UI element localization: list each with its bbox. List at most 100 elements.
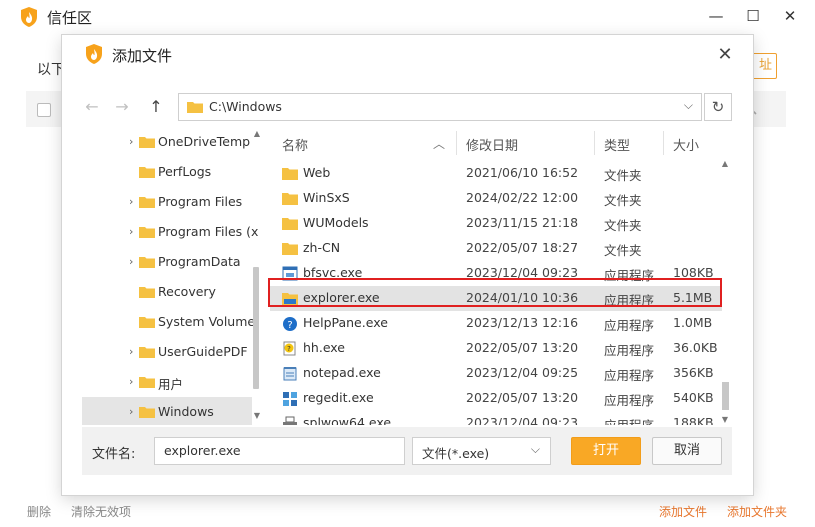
app-description: 以下 — [37, 62, 65, 78]
file-row[interactable]: splwow64.exe 2023/12/04 09:23 应用程序 188KB — [270, 411, 722, 425]
tree-item-label: System Volume — [158, 314, 256, 329]
shield-flame-logo-icon — [86, 44, 102, 64]
dialog-bottom-bar: 文件名: explorer.exe 文件(*.exe) ⌵ 打开 取消 — [82, 427, 732, 475]
file-name: Web — [303, 165, 331, 180]
folder-icon — [139, 287, 155, 298]
folder-icon — [139, 227, 155, 238]
clear-invalid-link[interactable]: 清除无效项 — [71, 503, 131, 520]
chevron-right-icon[interactable]: › — [129, 406, 137, 418]
tree-item[interactable]: › UserGuidePDF — [82, 337, 252, 367]
cancel-button[interactable]: 取消 — [652, 437, 722, 465]
add-folder-link[interactable]: 添加文件夹 — [727, 503, 787, 520]
column-size-header[interactable]: 大小 — [673, 135, 699, 154]
address-bar[interactable]: C:\Windows ⌵ — [178, 93, 702, 121]
select-all-checkbox[interactable] — [37, 103, 51, 117]
refresh-button[interactable]: ↻ — [704, 93, 732, 121]
close-icon[interactable]: ✕ — [778, 5, 802, 27]
folder-tree: › OneDriveTemp PerfLogs › Program Files › Prog… — [82, 127, 262, 425]
file-row[interactable]: bfsvc.exe 2023/12/04 09:23 应用程序 108KB — [270, 261, 722, 286]
file-row[interactable]: ? HelpPane.exe 2023/12/13 12:16 应用程序 1.0MB — [270, 311, 722, 336]
forward-arrow-icon[interactable]: → — [112, 97, 132, 117]
tree-scroll-up-icon[interactable]: ▲ — [252, 129, 262, 138]
file-date: 2022/05/07 13:20 — [466, 340, 579, 355]
tree-item-label: Program Files (x — [158, 224, 259, 239]
file-size: 36.0KB — [673, 340, 718, 355]
column-date-header[interactable]: 修改日期 — [466, 135, 518, 154]
file-name: explorer.exe — [303, 290, 380, 305]
list-scroll-up-icon[interactable]: ▲ — [720, 159, 730, 168]
up-arrow-icon[interactable]: ↑ — [146, 97, 166, 117]
tree-item[interactable]: › Program Files — [82, 187, 252, 217]
file-name: WUModels — [303, 215, 369, 230]
column-name-header[interactable]: 名称 — [282, 135, 308, 154]
column-divider[interactable] — [456, 131, 457, 155]
refresh-icon: ↻ — [711, 98, 725, 116]
list-scrollbar-thumb[interactable] — [722, 382, 729, 410]
tree-scroll-down-icon[interactable]: ▼ — [252, 411, 262, 420]
folder-icon — [282, 218, 298, 230]
explorer-folder-icon — [282, 293, 298, 305]
file-size: 1.0MB — [673, 315, 713, 330]
tree-item[interactable]: › 用户 — [82, 367, 252, 397]
file-date: 2023/12/04 09:23 — [466, 415, 579, 425]
tree-item[interactable]: › OneDriveTemp — [82, 127, 252, 157]
tree-item-label: Recovery — [158, 284, 216, 299]
file-row[interactable]: Web 2021/06/10 16:52 文件夹 — [270, 161, 722, 186]
file-date: 2023/12/13 12:16 — [466, 315, 579, 330]
tree-item[interactable]: System Volume — [82, 307, 256, 337]
back-arrow-icon[interactable]: ← — [82, 97, 102, 117]
help-doc-icon: ? — [283, 341, 296, 356]
filetype-value: 文件(*.exe) — [422, 446, 490, 461]
list-scroll-down-icon[interactable]: ▼ — [720, 415, 730, 424]
tree-item[interactable]: PerfLogs — [82, 157, 252, 187]
chevron-right-icon[interactable]: › — [129, 226, 137, 238]
tree-item[interactable]: › ProgramData — [82, 247, 252, 277]
file-row[interactable]: zh-CN 2022/05/07 18:27 文件夹 — [270, 236, 722, 261]
maximize-icon[interactable]: ☐ — [741, 5, 765, 27]
chevron-right-icon[interactable]: › — [129, 376, 137, 388]
file-row[interactable]: explorer.exe 2024/01/10 10:36 应用程序 5.1MB — [270, 286, 722, 311]
file-date: 2023/12/04 09:25 — [466, 365, 579, 380]
tree-item[interactable]: Recovery — [82, 277, 252, 307]
chevron-right-icon[interactable]: › — [129, 196, 137, 208]
column-type-header[interactable]: 类型 — [604, 135, 630, 154]
file-date: 2022/05/07 13:20 — [466, 390, 579, 405]
folder-icon — [139, 347, 155, 358]
chevron-down-icon[interactable]: ⌵ — [684, 98, 693, 113]
column-divider[interactable] — [594, 131, 595, 155]
file-row[interactable]: ? hh.exe 2022/05/07 13:20 应用程序 36.0KB — [270, 336, 722, 361]
file-row[interactable]: notepad.exe 2023/12/04 09:25 应用程序 356KB — [270, 361, 722, 386]
open-button[interactable]: 打开 — [571, 437, 641, 465]
tree-item[interactable]: › Windows — [82, 397, 252, 425]
folder-icon — [187, 102, 203, 113]
filetype-select[interactable]: 文件(*.exe) ⌵ — [412, 437, 551, 465]
delete-link[interactable]: 删除 — [27, 503, 51, 520]
file-row[interactable]: WinSxS 2024/02/22 12:00 文件夹 — [270, 186, 722, 211]
folder-icon — [139, 137, 155, 148]
file-type: 文件夹 — [604, 218, 642, 233]
tree-item[interactable]: › Program Files (x — [82, 217, 258, 247]
file-size: 540KB — [673, 390, 714, 405]
column-divider[interactable] — [663, 131, 664, 155]
folder-icon — [139, 377, 155, 388]
folder-icon — [139, 197, 155, 208]
file-name: notepad.exe — [303, 365, 381, 380]
minimize-icon[interactable]: — — [704, 5, 728, 27]
folder-icon — [282, 193, 298, 205]
tree-item-label: OneDriveTemp — [158, 134, 251, 149]
add-file-link[interactable]: 添加文件 — [659, 503, 707, 520]
filename-input[interactable]: explorer.exe — [154, 437, 405, 465]
file-row[interactable]: WUModels 2023/11/15 21:18 文件夹 — [270, 211, 722, 236]
file-date: 2022/05/07 18:27 — [466, 240, 579, 255]
chevron-right-icon[interactable]: › — [129, 136, 137, 148]
exe-window-icon — [282, 266, 298, 281]
file-row[interactable]: regedit.exe 2022/05/07 13:20 应用程序 540KB — [270, 386, 722, 411]
file-size: 188KB — [673, 415, 714, 425]
dialog-close-icon[interactable]: ✕ — [713, 43, 737, 67]
chevron-right-icon[interactable]: › — [129, 256, 137, 268]
file-name: zh-CN — [303, 240, 341, 255]
file-type: 应用程序 — [604, 318, 655, 333]
chevron-right-icon[interactable]: › — [129, 346, 137, 358]
tree-scrollbar-thumb[interactable] — [253, 267, 259, 389]
file-type: 文件夹 — [604, 168, 642, 183]
